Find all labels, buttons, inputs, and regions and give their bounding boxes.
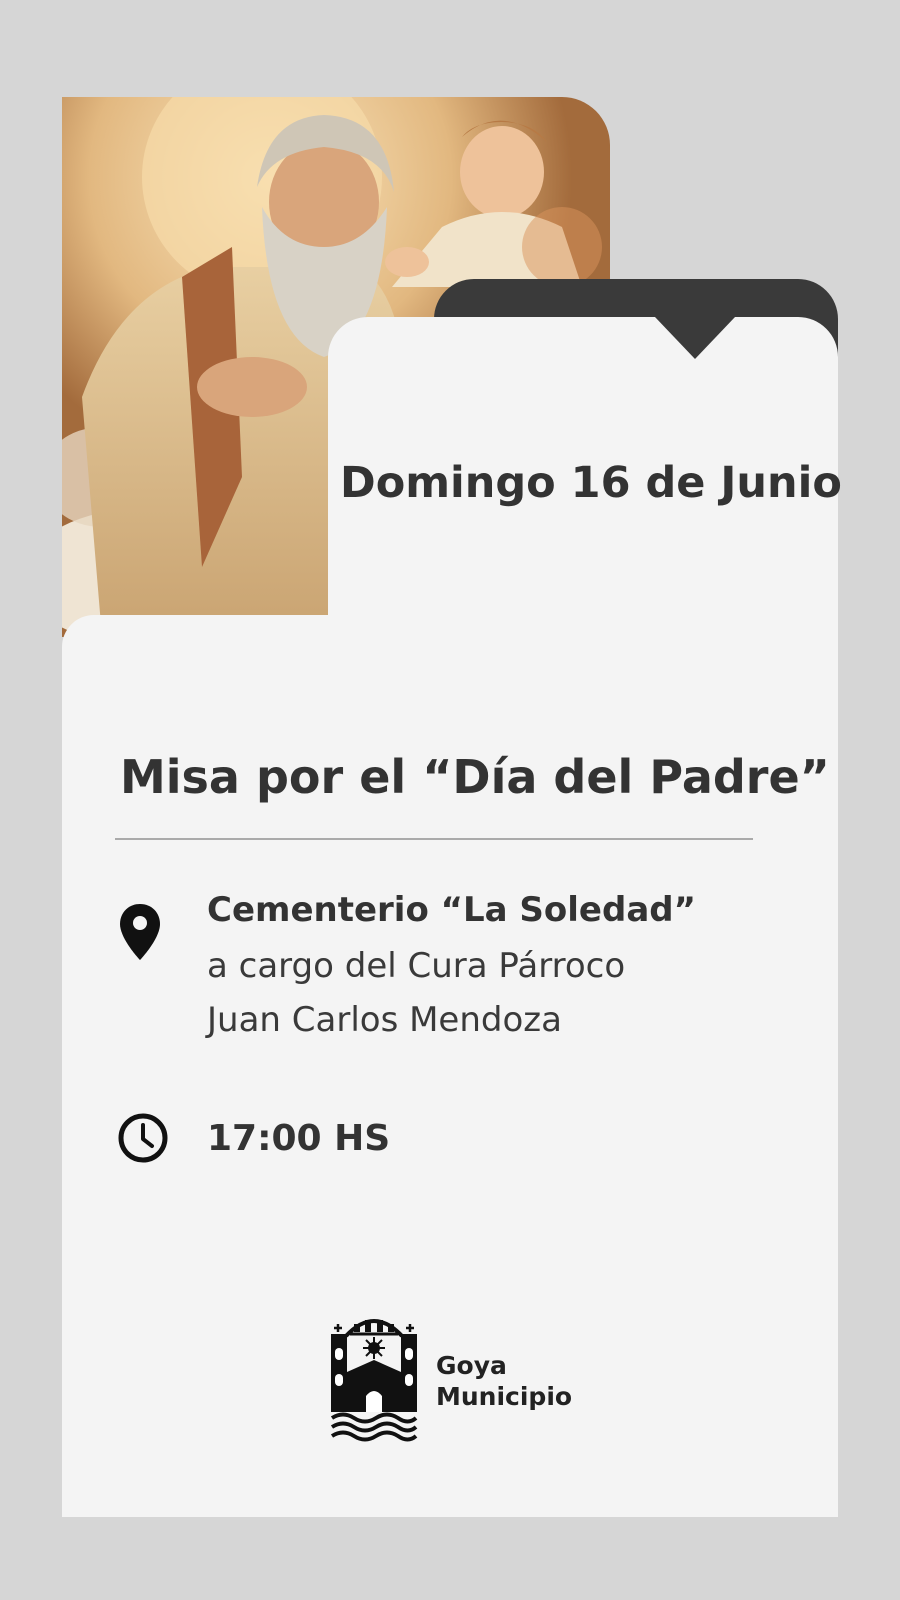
clock-icon: [117, 1112, 169, 1168]
location-name: Cementerio “La Soledad”: [207, 890, 696, 930]
organizer-name-line2: Municipio: [436, 1382, 573, 1411]
event-time: 17:00 HS: [207, 1118, 391, 1159]
divider: [115, 838, 753, 840]
priest-name: Juan Carlos Mendoza: [207, 1000, 562, 1040]
location-pin-icon: [118, 902, 162, 966]
location-detail: a cargo del Cura Párroco: [207, 946, 626, 986]
event-date: Domingo 16 de Junio: [340, 458, 842, 508]
organizer-name-line1: Goya: [436, 1351, 507, 1380]
tab-pointer: [655, 317, 735, 359]
event-title: Misa por el “Día del Padre”: [120, 750, 830, 804]
organizer-name: Goya Municipio: [436, 1350, 572, 1412]
cathedral-logo-icon: [330, 1310, 418, 1446]
